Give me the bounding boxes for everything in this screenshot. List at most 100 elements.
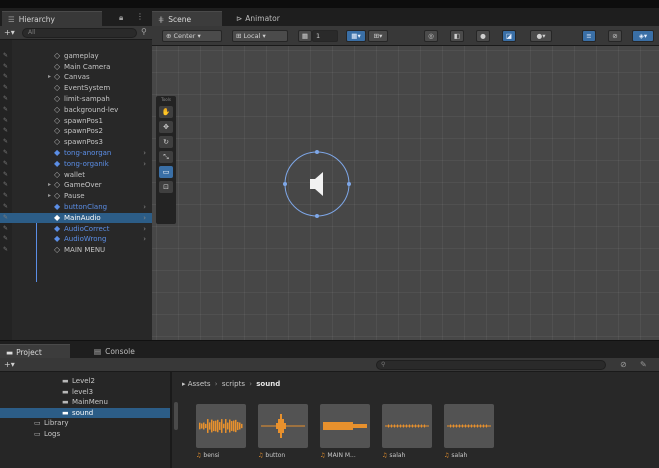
tab-console[interactable]: ▤ Console: [90, 344, 139, 359]
hierarchy-row[interactable]: ✎ ◆ buttonClang ›: [0, 202, 152, 212]
hierarchy-row[interactable]: ✎ ◇ Main Camera: [0, 62, 152, 72]
open-prefab-chevron-icon[interactable]: ›: [143, 159, 146, 169]
hierarchy-row[interactable]: ✎ ◇ MAIN MENU: [0, 245, 152, 255]
hierarchy-row[interactable]: ✎ ◆ tong-anorgan ›: [0, 148, 152, 158]
scene-camera-button[interactable]: ◎: [424, 30, 438, 42]
grid-snap-toggle[interactable]: ▦: [298, 30, 312, 42]
folder-scrollbar[interactable]: [174, 402, 178, 430]
hierarchy-row[interactable]: ✎ ◇ spawnPos2: [0, 126, 152, 136]
open-prefab-chevron-icon[interactable]: ›: [143, 224, 146, 234]
visibility-toggle-icon[interactable]: ✎: [3, 245, 8, 255]
folder-row[interactable]: ▭ Logs: [0, 429, 170, 439]
transform-tool-icon[interactable]: ⊡: [159, 181, 173, 193]
space-mode-dropdown[interactable]: ⊞ Local ▾: [232, 30, 288, 42]
gizmos-dropdown[interactable]: ◈▾: [632, 30, 654, 42]
visibility-toggle-icon[interactable]: ✎: [3, 170, 8, 180]
folder-row[interactable]: ▬ sound: [0, 407, 170, 418]
hierarchy-row[interactable]: ✎ ◇ spawnPos1: [0, 116, 152, 126]
snap-settings-dropdown[interactable]: ⊞▾: [368, 30, 388, 42]
audio-asset-tile[interactable]: ♫ button: [258, 404, 308, 459]
hierarchy-search-input[interactable]: All: [22, 28, 137, 38]
visibility-toggle-icon[interactable]: ✎: [3, 213, 8, 223]
lighting-dropdown[interactable]: ●▾: [530, 30, 552, 42]
hierarchy-row[interactable]: ✎ ◇ EventSystem: [0, 83, 152, 93]
hierarchy-row[interactable]: ✎ ◇ background-lev: [0, 105, 152, 115]
audio-asset-tile[interactable]: ♫ salah: [444, 404, 494, 459]
breadcrumb-item-assets[interactable]: Assets: [188, 380, 211, 388]
hierarchy-row[interactable]: ✎ ◇ limit-sampah: [0, 94, 152, 104]
rect-tool-icon[interactable]: ▭: [159, 166, 173, 178]
open-prefab-chevron-icon[interactable]: ›: [143, 148, 146, 158]
filter-icon[interactable]: ⚲: [141, 27, 147, 36]
visibility-toggle-icon[interactable]: ✎: [3, 224, 8, 234]
grid-visibility-dropdown[interactable]: ▦▾: [346, 30, 366, 42]
visibility-toggle-icon[interactable]: ✎: [3, 51, 8, 61]
hierarchy-row[interactable]: ✎ ◆ MainAudio ›: [0, 212, 152, 223]
tab-scene[interactable]: ⋕ Scene: [152, 11, 222, 26]
scale-tool-icon[interactable]: ⤡: [159, 151, 173, 163]
folder-row[interactable]: ▬ MainMenu: [0, 397, 170, 407]
audio-source-gizmo[interactable]: [282, 146, 352, 236]
audio-asset-tile[interactable]: ♫ bensi: [196, 404, 246, 459]
pivot-mode-dropdown[interactable]: ⊕ Center ▾: [162, 30, 222, 42]
tab-animator[interactable]: ⊳ Animator: [232, 11, 284, 26]
range-handle-top[interactable]: [315, 150, 319, 154]
2d-mode-toggle[interactable]: ◪: [502, 30, 516, 42]
breadcrumb-item-sound[interactable]: sound: [256, 380, 280, 388]
project-search-input[interactable]: ⚲: [376, 360, 606, 370]
folder-row[interactable]: ▬ level3: [0, 387, 170, 397]
folder-row[interactable]: ▭ Library: [0, 418, 170, 428]
collapse-arrow-icon[interactable]: ▸: [48, 72, 51, 82]
visibility-toggle-icon[interactable]: ✎: [3, 180, 8, 190]
rotate-tool-icon[interactable]: ↻: [159, 136, 173, 148]
visibility-toggle-icon[interactable]: ✎: [3, 159, 8, 169]
view-tool-icon[interactable]: ✋: [159, 106, 173, 118]
kebab-menu-icon[interactable]: ⋮: [136, 12, 144, 21]
visibility-toggle-icon[interactable]: ✎: [3, 105, 8, 115]
visibility-toggle-icon[interactable]: ✎: [3, 72, 8, 82]
snap-increment-field[interactable]: 1: [312, 30, 338, 42]
tab-project[interactable]: ▬ Project: [0, 344, 70, 359]
hierarchy-row[interactable]: ✎ ◇ gameplay: [0, 51, 152, 61]
shading-mode-button[interactable]: ●: [476, 30, 490, 42]
visibility-toggle-icon[interactable]: ✎: [3, 137, 8, 147]
add-dropdown-button[interactable]: +▾: [4, 28, 15, 37]
visibility-toggle-icon[interactable]: ✎: [3, 148, 8, 158]
hierarchy-row[interactable]: ✎ ▸ ◇ Pause: [0, 191, 152, 201]
collapse-arrow-icon[interactable]: ▸: [48, 180, 51, 190]
hierarchy-row[interactable]: ✎ ◇ wallet: [0, 170, 152, 180]
hierarchy-row[interactable]: ✎ ◇ spawnPos3: [0, 137, 152, 147]
lock-icon[interactable]: 🔒︎: [119, 13, 123, 23]
hierarchy-row[interactable]: ✎ ◆ tong-organik ›: [0, 159, 152, 169]
hierarchy-row[interactable]: ✎ ▸ ◇ Canvas: [0, 72, 152, 82]
scene-viewport[interactable]: Tools ✋ ✥ ↻ ⤡ ▭ ⊡ ✥ ⊞ ▣ ◔ ♪ ⌕ ☀ ✲ ⚙: [152, 46, 659, 340]
folder-row[interactable]: ▬ Level2: [0, 376, 170, 386]
move-tool-icon[interactable]: ✥: [159, 121, 173, 133]
range-handle-left[interactable]: [283, 182, 287, 186]
range-handle-right[interactable]: [347, 182, 351, 186]
audio-mute-toggle[interactable]: ⊘: [608, 30, 622, 42]
hierarchy-row[interactable]: ✎ ◆ AudioWrong ›: [0, 234, 152, 244]
collapse-arrow-icon[interactable]: ▸: [48, 191, 51, 201]
breadcrumb-item-scripts[interactable]: scripts: [222, 380, 245, 388]
draw-mode-button[interactable]: ◧: [450, 30, 464, 42]
visibility-toggle-icon[interactable]: ✎: [3, 191, 8, 201]
visibility-toggle-icon[interactable]: ✎: [3, 62, 8, 72]
open-prefab-chevron-icon[interactable]: ›: [143, 213, 146, 223]
layers-toggle[interactable]: ≡: [582, 30, 596, 42]
range-handle-bottom[interactable]: [315, 214, 319, 218]
visibility-toggle-icon[interactable]: ✎: [3, 83, 8, 93]
filter-by-label-icon[interactable]: ✎: [640, 360, 647, 369]
hierarchy-row[interactable]: ✎ ◆ AudioCorrect ›: [0, 224, 152, 234]
visibility-toggle-icon[interactable]: ✎: [3, 94, 8, 104]
audio-asset-tile[interactable]: ♫ MAIN M...: [320, 404, 370, 459]
visibility-toggle-icon[interactable]: ✎: [3, 116, 8, 126]
hierarchy-row[interactable]: ✎ ▸ ◇ GameOver: [0, 180, 152, 190]
open-prefab-chevron-icon[interactable]: ›: [143, 202, 146, 212]
visibility-toggle-icon[interactable]: ✎: [3, 202, 8, 212]
filter-by-type-icon[interactable]: ⊘: [620, 360, 627, 369]
open-prefab-chevron-icon[interactable]: ›: [143, 234, 146, 244]
tab-hierarchy[interactable]: ☰ Hierarchy: [2, 11, 102, 26]
create-asset-button[interactable]: +▾: [4, 360, 15, 369]
audio-asset-tile[interactable]: ♫ salah: [382, 404, 432, 459]
